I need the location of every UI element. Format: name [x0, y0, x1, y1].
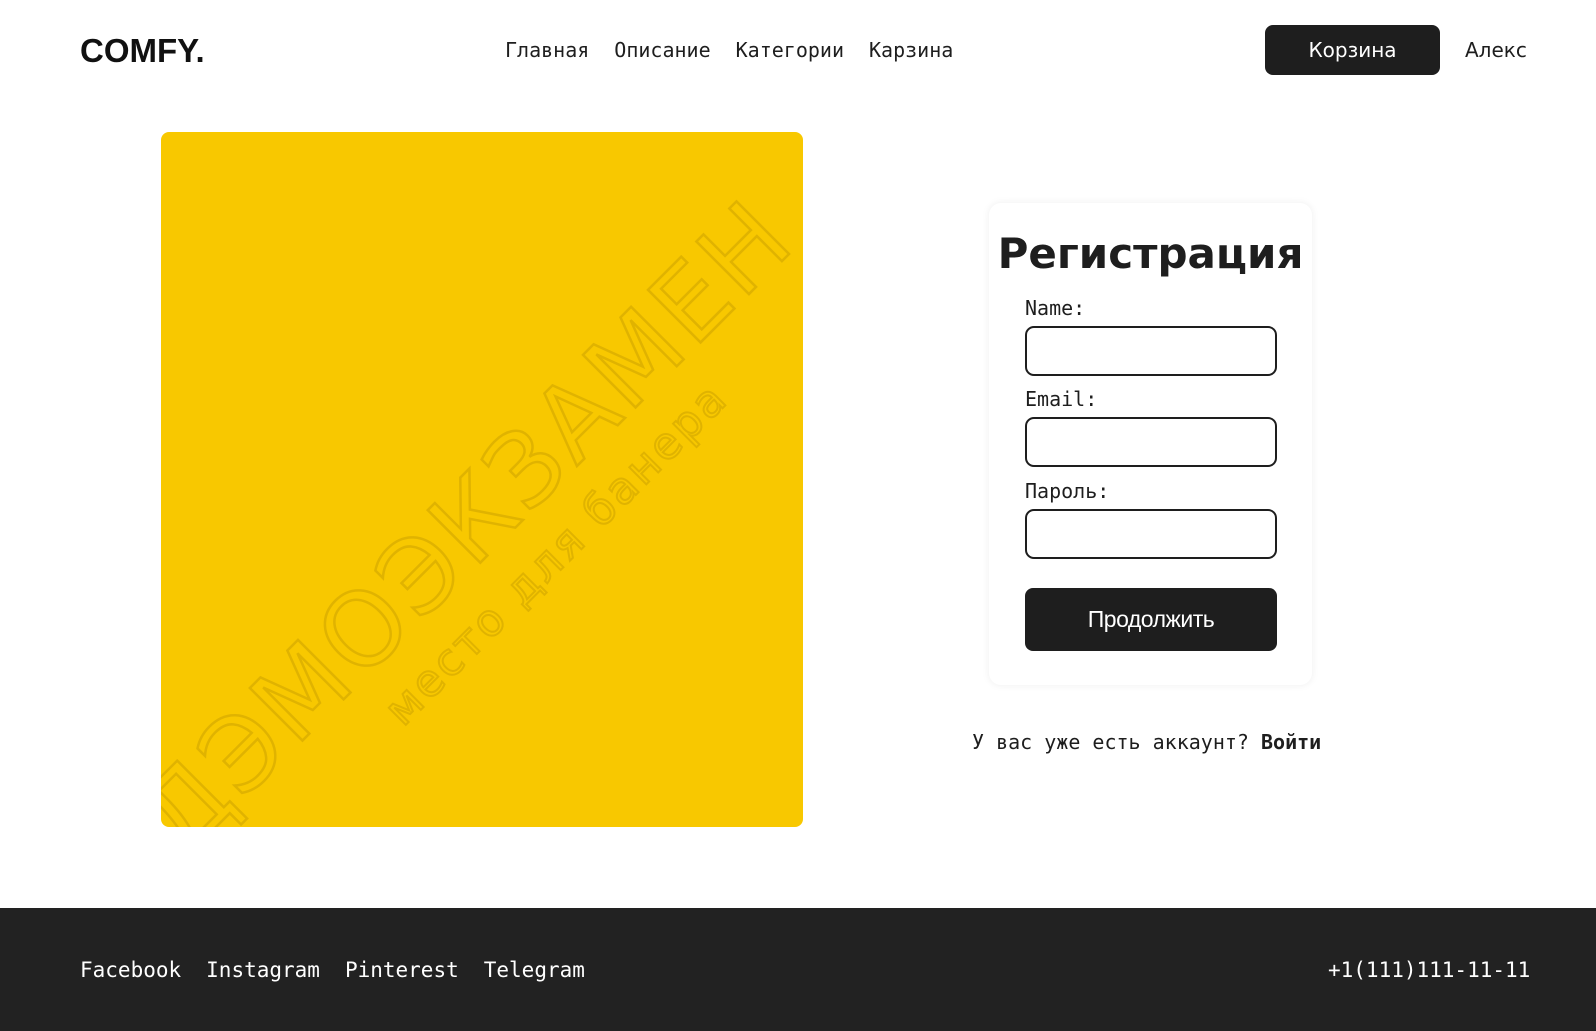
password-label: Пароль:: [1025, 479, 1110, 503]
password-input[interactable]: [1025, 509, 1277, 559]
banner-placeholder: ДЭМОЭКЗАМЕН место для банера: [161, 132, 803, 827]
nav-description[interactable]: Описание: [614, 38, 710, 62]
logo[interactable]: COMFY.: [80, 32, 205, 70]
email-input[interactable]: [1025, 417, 1277, 467]
footer-link-telegram[interactable]: Telegram: [484, 958, 585, 982]
footer-phone: +1(111)111-11-11: [1328, 958, 1531, 982]
footer-link-pinterest[interactable]: Pinterest: [345, 958, 459, 982]
continue-button[interactable]: Продолжить: [1025, 588, 1277, 651]
nav-home[interactable]: Главная: [505, 38, 589, 62]
login-prompt-text: У вас уже есть аккаунт?: [972, 730, 1261, 754]
footer: Facebook Instagram Pinterest Telegram +1…: [0, 908, 1596, 1031]
registration-card: Регистрация Name: Email: Пароль: Продолж…: [989, 203, 1312, 685]
form-title: Регистрация: [997, 229, 1304, 278]
watermark: ДЭМОЭКЗАМЕН место для банера: [161, 176, 803, 827]
watermark-main-text: ДЭМОЭКЗАМЕН: [161, 178, 803, 827]
cart-button[interactable]: Корзина: [1265, 25, 1440, 75]
name-input[interactable]: [1025, 326, 1277, 376]
footer-link-facebook[interactable]: Facebook: [80, 958, 181, 982]
main-nav: Главная Описание Категории Карзина: [505, 38, 953, 62]
login-prompt: У вас уже есть аккаунт? Войти: [972, 730, 1321, 754]
user-name[interactable]: Алекс: [1465, 38, 1527, 62]
footer-link-instagram[interactable]: Instagram: [206, 958, 320, 982]
name-label: Name:: [1025, 296, 1086, 320]
email-label: Email:: [1025, 387, 1098, 411]
nav-categories[interactable]: Категории: [736, 38, 844, 62]
footer-social-links: Facebook Instagram Pinterest Telegram: [80, 958, 585, 982]
nav-cart[interactable]: Карзина: [869, 38, 953, 62]
login-link[interactable]: Войти: [1261, 730, 1321, 754]
